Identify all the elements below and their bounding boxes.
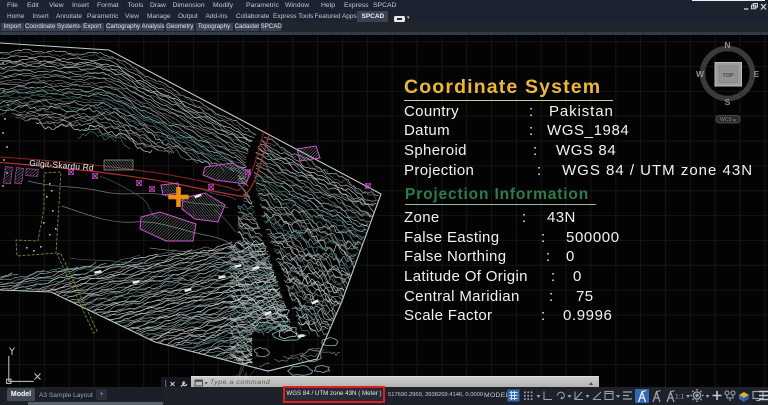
svg-text:S: S [725,97,731,107]
svg-text:Gilgit-Skardu Rd: Gilgit-Skardu Rd [29,158,94,173]
svg-text:1:1: 1:1 [675,394,684,401]
svg-text:E: E [754,69,760,79]
svg-text:W: W [696,69,705,79]
svg-text:WCS: WCS [720,117,732,123]
svg-text:TOP: TOP [722,73,734,79]
svg-text:N: N [724,40,730,50]
